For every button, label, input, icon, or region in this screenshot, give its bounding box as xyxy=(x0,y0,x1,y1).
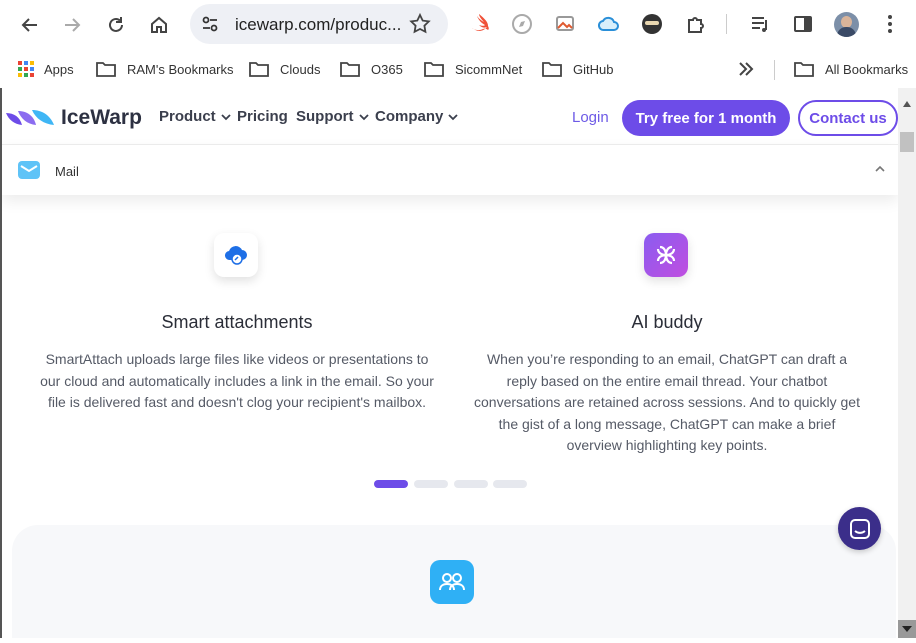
brand-name: IceWarp xyxy=(61,106,142,129)
nav-label: Support xyxy=(296,108,354,125)
product-subnav[interactable]: Mail xyxy=(2,145,898,195)
ninja-extension-icon[interactable] xyxy=(640,12,664,36)
ai-knot-icon xyxy=(644,233,688,277)
carousel-dot-4[interactable] xyxy=(493,480,527,488)
bookmark-all-bookmarks[interactable]: All Bookmarks xyxy=(794,59,908,79)
bookmark-sicommnet[interactable]: SicommNet xyxy=(424,59,522,79)
nav-company[interactable]: Company xyxy=(375,108,458,125)
feature-description: When you’re responding to an email, Chat… xyxy=(474,351,860,453)
bookmark-label: GitHub xyxy=(573,61,614,77)
bookmark-label: Clouds xyxy=(280,61,321,77)
url-text[interactable]: icewarp.com/produc... xyxy=(235,15,401,35)
login-link[interactable]: Login xyxy=(572,109,609,126)
feature-title: Smart attachments xyxy=(161,312,313,332)
icewarp-logo[interactable]: IceWarp xyxy=(4,106,142,130)
try-free-button[interactable]: Try free for 1 month xyxy=(622,100,790,136)
side-panel-icon[interactable] xyxy=(791,12,815,36)
image-extension-icon[interactable] xyxy=(553,12,577,36)
team-users-icon xyxy=(430,560,474,604)
site-header: IceWarp Product Pricing Support Company … xyxy=(2,88,898,145)
bookmark-rams-bookmarks[interactable]: RAM's Bookmarks xyxy=(96,59,234,79)
chevron-down-icon xyxy=(358,113,369,120)
subnav-label: Mail xyxy=(55,164,79,179)
carousel-dot-2[interactable] xyxy=(414,480,448,488)
carousel-dot-3[interactable] xyxy=(454,480,488,488)
nav-pricing[interactable]: Pricing xyxy=(237,108,288,125)
home-icon[interactable] xyxy=(143,9,175,41)
more-bookmarks-chevron-icon[interactable] xyxy=(738,62,754,76)
nav-support[interactable]: Support xyxy=(296,108,369,125)
mail-icon xyxy=(18,161,40,179)
bookmark-star-icon[interactable] xyxy=(408,12,432,36)
icewarp-wings-icon xyxy=(6,110,54,125)
forward-icon[interactable] xyxy=(56,9,88,41)
bookmark-label: RAM's Bookmarks xyxy=(127,61,234,77)
folder-icon xyxy=(96,62,116,77)
bookmark-apps[interactable]: Apps xyxy=(17,59,74,79)
chat-widget-button[interactable] xyxy=(838,507,881,550)
folder-icon xyxy=(542,62,562,77)
folder-icon xyxy=(424,62,444,77)
scroll-down-arrow-icon xyxy=(902,626,912,632)
reload-icon[interactable] xyxy=(100,9,132,41)
extensions-puzzle-icon[interactable] xyxy=(684,12,708,36)
nav-product[interactable]: Product xyxy=(159,108,231,125)
bookmark-o365[interactable]: O365 xyxy=(340,59,403,79)
folder-icon xyxy=(340,62,360,77)
scroll-up-arrow-icon[interactable] xyxy=(902,100,912,108)
media-control-icon[interactable] xyxy=(748,12,772,36)
apps-grid-icon xyxy=(18,61,34,77)
swift-extension-icon[interactable] xyxy=(468,12,492,36)
menu-kebab-icon[interactable] xyxy=(878,12,902,36)
bookmarks-bar: Apps RAM's Bookmarks Clouds O365 SicommN… xyxy=(0,50,916,88)
folder-icon xyxy=(249,62,269,77)
contact-us-button[interactable]: Contact us xyxy=(798,100,898,136)
bookmark-github[interactable]: GitHub xyxy=(542,59,613,79)
bookmark-label: All Bookmarks xyxy=(825,61,909,77)
compass-extension-icon[interactable] xyxy=(510,12,534,36)
chat-icon xyxy=(849,518,870,539)
nav-label: Company xyxy=(375,108,444,125)
nav-label: Pricing xyxy=(237,108,288,125)
chevron-up-icon[interactable] xyxy=(874,164,886,174)
cloud-attachment-icon xyxy=(214,233,258,277)
profile-avatar[interactable] xyxy=(834,12,859,37)
page-scrollbar[interactable] xyxy=(898,88,916,638)
feature-description: SmartAttach uploads large files like vid… xyxy=(40,351,434,410)
bookmark-label: Apps xyxy=(44,61,74,77)
scroll-down-button[interactable] xyxy=(898,620,916,638)
bookmark-clouds[interactable]: Clouds xyxy=(249,59,320,79)
carousel-dot-1[interactable] xyxy=(374,480,408,488)
chevron-down-icon xyxy=(221,113,231,120)
bookmark-label: SicommNet xyxy=(455,61,523,77)
browser-toolbar: icewarp.com/produc... xyxy=(0,0,916,50)
nav-label: Product xyxy=(159,108,216,125)
web-page: IceWarp Product Pricing Support Company … xyxy=(0,88,898,638)
address-bar[interactable]: icewarp.com/produc... xyxy=(190,4,448,44)
scroll-thumb[interactable] xyxy=(900,132,914,152)
feature-title: AI buddy xyxy=(631,312,703,332)
folder-icon xyxy=(794,62,814,77)
cloud-extension-icon[interactable] xyxy=(597,12,621,36)
chevron-down-icon xyxy=(448,113,458,120)
site-info-icon[interactable] xyxy=(200,14,220,34)
back-icon[interactable] xyxy=(14,9,46,41)
bookmark-label: O365 xyxy=(371,61,403,77)
